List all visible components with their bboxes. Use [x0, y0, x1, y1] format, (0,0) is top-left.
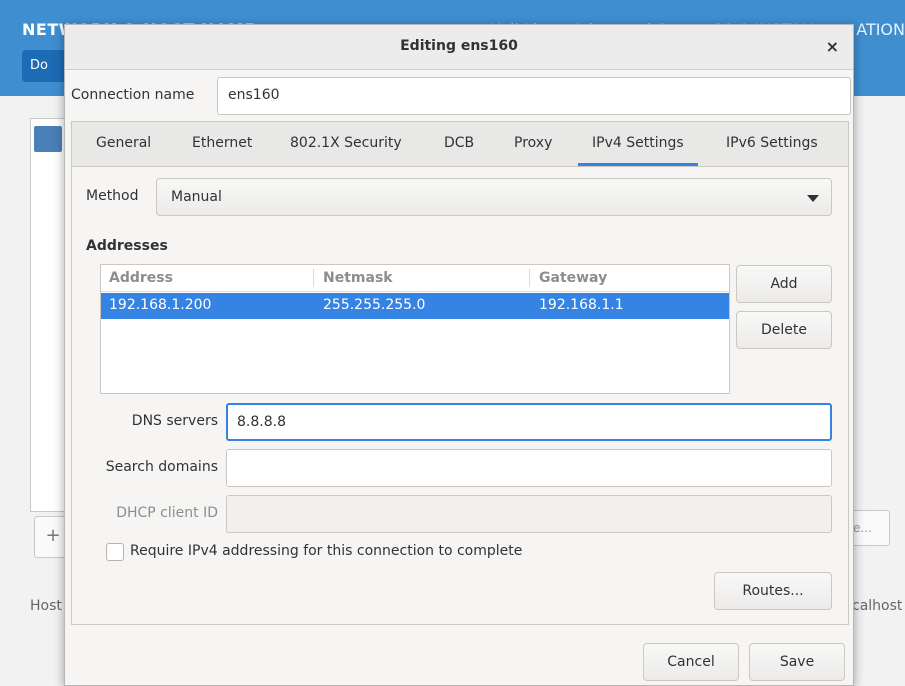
require-ipv4-label[interactable]: Require IPv4 addressing for this connect… — [130, 543, 522, 559]
dns-servers-input[interactable] — [226, 403, 832, 441]
column-header-netmask[interactable]: Netmask — [323, 270, 393, 286]
dialog-titlebar: Editing ens160 × — [65, 25, 853, 70]
dns-servers-label: DNS servers — [131, 413, 218, 429]
method-dropdown[interactable]: Manual — [156, 178, 832, 216]
tab-general[interactable]: General — [96, 135, 151, 151]
network-interface-icon[interactable] — [34, 126, 62, 152]
installer-right-title: ATION — [856, 20, 905, 39]
tab-dcb[interactable]: DCB — [444, 135, 474, 151]
search-domains-input[interactable] — [226, 449, 832, 487]
addresses-heading: Addresses — [86, 238, 168, 254]
cancel-button[interactable]: Cancel — [643, 643, 739, 681]
dhcp-client-id-label: DHCP client ID — [116, 505, 218, 521]
cell-gateway[interactable]: 192.168.1.1 — [539, 297, 624, 313]
tab-8021x-security[interactable]: 802.1X Security — [290, 135, 402, 151]
connection-name-input[interactable]: ens160 — [217, 77, 851, 115]
save-button[interactable]: Save — [749, 643, 845, 681]
routes-button[interactable]: Routes... — [714, 572, 832, 610]
method-value: Manual — [171, 189, 222, 205]
table-header: Address Netmask Gateway — [101, 265, 729, 292]
column-divider — [529, 269, 530, 287]
current-hostname: calhost — [852, 598, 903, 614]
hostname-label: Host — [30, 598, 62, 614]
search-domains-label: Search domains — [105, 459, 218, 475]
column-divider — [313, 269, 314, 287]
dhcp-client-id-input — [226, 495, 832, 533]
column-header-address[interactable]: Address — [109, 270, 173, 286]
method-label: Method — [86, 188, 139, 204]
connection-name-label: Connection name — [71, 87, 195, 103]
tab-proxy[interactable]: Proxy — [514, 135, 552, 151]
addresses-table[interactable]: Address Netmask Gateway 192.168.1.200 25… — [100, 264, 730, 394]
ipv4-settings-page: Method Manual Addresses Address Netmask … — [72, 167, 848, 624]
done-button[interactable]: Do — [22, 50, 66, 82]
delete-address-button[interactable]: Delete — [736, 311, 832, 349]
cell-netmask[interactable]: 255.255.255.0 — [323, 297, 425, 313]
dialog-title: Editing ens160 — [400, 38, 518, 54]
configure-button[interactable]: e... — [850, 510, 890, 546]
tab-ipv6-settings[interactable]: IPv6 Settings — [726, 135, 818, 151]
tab-bar: General Ethernet 802.1X Security DCB Pro… — [72, 122, 848, 167]
add-address-button[interactable]: Add — [736, 265, 832, 303]
cell-address[interactable]: 192.168.1.200 — [109, 297, 211, 313]
require-ipv4-checkbox[interactable] — [106, 543, 124, 561]
tab-ipv4-settings[interactable]: IPv4 Settings — [578, 135, 698, 166]
table-row[interactable]: 192.168.1.200 255.255.255.0 192.168.1.1 — [101, 293, 729, 319]
close-icon[interactable]: × — [826, 37, 839, 56]
column-header-gateway[interactable]: Gateway — [539, 270, 607, 286]
editing-connection-dialog: Editing ens160 × Connection name ens160 … — [64, 24, 854, 686]
settings-notebook: General Ethernet 802.1X Security DCB Pro… — [71, 121, 849, 625]
tab-ethernet[interactable]: Ethernet — [192, 135, 252, 151]
chevron-down-icon — [807, 195, 819, 202]
